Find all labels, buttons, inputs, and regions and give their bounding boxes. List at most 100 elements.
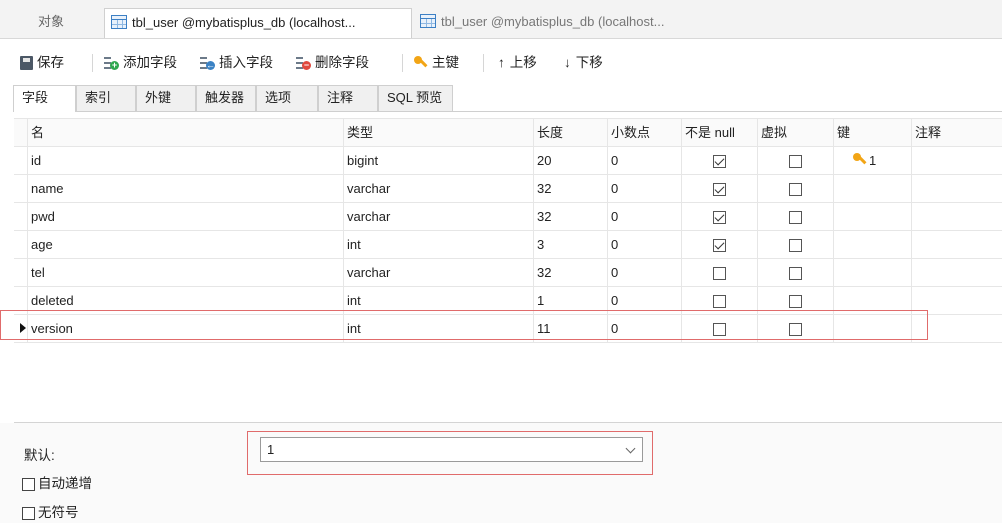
key-cell[interactable] — [834, 287, 912, 314]
auto-increment-checkbox[interactable] — [22, 478, 35, 491]
tab-triggers[interactable]: 触发器 — [196, 85, 256, 111]
auto-increment-option[interactable]: 自动递增 — [22, 472, 92, 492]
row-indicator[interactable] — [14, 259, 28, 286]
tab-indexes[interactable]: 索引 — [76, 85, 136, 111]
field-type-cell[interactable]: bigint — [344, 147, 534, 174]
delete-field-button[interactable]: − 删除字段 — [296, 52, 369, 74]
tab-foreign-keys[interactable]: 外键 — [136, 85, 196, 111]
field-decimals-cell[interactable]: 0 — [608, 259, 682, 286]
field-length-cell[interactable]: 32 — [534, 203, 608, 230]
not-null-checkbox[interactable] — [713, 295, 726, 308]
field-row[interactable]: id bigint 20 0 1 — [14, 147, 1002, 175]
column-header-virtual[interactable]: 虚拟 — [758, 119, 834, 146]
field-type-cell[interactable]: varchar — [344, 175, 534, 202]
unsigned-checkbox[interactable] — [22, 507, 35, 520]
field-length-cell[interactable]: 3 — [534, 231, 608, 258]
field-decimals-cell[interactable]: 0 — [608, 315, 682, 342]
column-header-not-null[interactable]: 不是 null — [682, 119, 758, 146]
insert-field-button[interactable]: ← 插入字段 — [200, 52, 273, 74]
column-header-decimals[interactable]: 小数点 — [608, 119, 682, 146]
field-type-cell[interactable]: int — [344, 315, 534, 342]
comment-cell[interactable] — [912, 315, 1002, 342]
column-header-comment[interactable]: 注释 — [912, 119, 1002, 146]
field-type-cell[interactable]: varchar — [344, 203, 534, 230]
comment-cell[interactable] — [912, 147, 1002, 174]
not-null-checkbox[interactable] — [713, 267, 726, 280]
add-field-button[interactable]: + 添加字段 — [104, 52, 177, 74]
field-name-cell[interactable]: id — [28, 147, 344, 174]
tab-comment[interactable]: 注释 — [318, 85, 378, 111]
key-cell[interactable] — [834, 315, 912, 342]
field-decimals-cell[interactable]: 0 — [608, 147, 682, 174]
field-row[interactable]: pwd varchar 32 0 — [14, 203, 1002, 231]
primary-key-button[interactable]: 主键 — [414, 52, 459, 74]
not-null-checkbox[interactable] — [713, 211, 726, 224]
tab-sql-preview[interactable]: SQL 预览 — [378, 85, 453, 111]
field-type-cell[interactable]: int — [344, 231, 534, 258]
field-row[interactable]: tel varchar 32 0 — [14, 259, 1002, 287]
not-null-checkbox[interactable] — [713, 183, 726, 196]
not-null-checkbox[interactable] — [713, 155, 726, 168]
row-indicator[interactable] — [14, 175, 28, 202]
chevron-down-icon[interactable] — [625, 443, 636, 454]
key-cell[interactable] — [834, 259, 912, 286]
field-decimals-cell[interactable]: 0 — [608, 231, 682, 258]
field-name-cell[interactable]: pwd — [28, 203, 344, 230]
virtual-checkbox[interactable] — [789, 183, 802, 196]
field-length-cell[interactable]: 20 — [534, 147, 608, 174]
comment-cell[interactable] — [912, 259, 1002, 286]
column-header-name[interactable]: 名 — [28, 119, 344, 146]
table-data-tab[interactable]: tbl_user @mybatisplus_db (localhost... — [414, 8, 732, 38]
field-decimals-cell[interactable]: 0 — [608, 203, 682, 230]
field-length-cell[interactable]: 1 — [534, 287, 608, 314]
virtual-checkbox[interactable] — [789, 155, 802, 168]
field-length-cell[interactable]: 32 — [534, 175, 608, 202]
field-name-cell[interactable]: version — [28, 315, 344, 342]
table-design-tab-active[interactable]: tbl_user @mybatisplus_db (localhost... — [104, 8, 412, 38]
field-name-cell[interactable]: age — [28, 231, 344, 258]
comment-cell[interactable] — [912, 287, 1002, 314]
key-cell[interactable] — [834, 231, 912, 258]
not-null-checkbox[interactable] — [713, 239, 726, 252]
comment-cell[interactable] — [912, 203, 1002, 230]
unsigned-option[interactable]: 无符号 — [22, 501, 79, 521]
not-null-checkbox[interactable] — [713, 323, 726, 336]
row-indicator[interactable] — [14, 203, 28, 230]
field-length-cell[interactable]: 32 — [534, 259, 608, 286]
comment-cell[interactable] — [912, 231, 1002, 258]
field-type-cell[interactable]: int — [344, 287, 534, 314]
move-up-button[interactable]: ↑ 上移 — [498, 52, 537, 74]
column-header-key[interactable]: 键 — [834, 119, 912, 146]
save-button[interactable]: 保存 — [20, 52, 64, 74]
virtual-checkbox[interactable] — [789, 295, 802, 308]
row-indicator[interactable] — [14, 231, 28, 258]
default-value-combobox[interactable]: 1 — [260, 437, 643, 462]
field-name-cell[interactable]: name — [28, 175, 344, 202]
field-length-cell[interactable]: 11 — [534, 315, 608, 342]
field-row[interactable]: deleted int 1 0 — [14, 287, 1002, 315]
key-cell[interactable]: 1 — [834, 147, 912, 174]
move-down-button[interactable]: ↓ 下移 — [564, 52, 603, 74]
virtual-checkbox[interactable] — [789, 323, 802, 336]
virtual-checkbox[interactable] — [789, 211, 802, 224]
comment-cell[interactable] — [912, 175, 1002, 202]
column-header-length[interactable]: 长度 — [534, 119, 608, 146]
row-indicator[interactable] — [14, 147, 28, 174]
key-cell[interactable] — [834, 203, 912, 230]
tab-options[interactable]: 选项 — [256, 85, 318, 111]
field-row[interactable]: version int 11 0 — [14, 315, 1002, 343]
key-cell[interactable] — [834, 175, 912, 202]
field-decimals-cell[interactable]: 0 — [608, 175, 682, 202]
column-header-type[interactable]: 类型 — [344, 119, 534, 146]
field-decimals-cell[interactable]: 0 — [608, 287, 682, 314]
row-indicator[interactable] — [14, 287, 28, 314]
objects-tab[interactable]: 对象 — [0, 8, 102, 38]
virtual-checkbox[interactable] — [789, 267, 802, 280]
row-indicator[interactable] — [14, 315, 28, 342]
field-row[interactable]: age int 3 0 — [14, 231, 1002, 259]
field-name-cell[interactable]: deleted — [28, 287, 344, 314]
field-type-cell[interactable]: varchar — [344, 259, 534, 286]
tab-fields[interactable]: 字段 — [13, 85, 76, 112]
field-row[interactable]: name varchar 32 0 — [14, 175, 1002, 203]
virtual-checkbox[interactable] — [789, 239, 802, 252]
